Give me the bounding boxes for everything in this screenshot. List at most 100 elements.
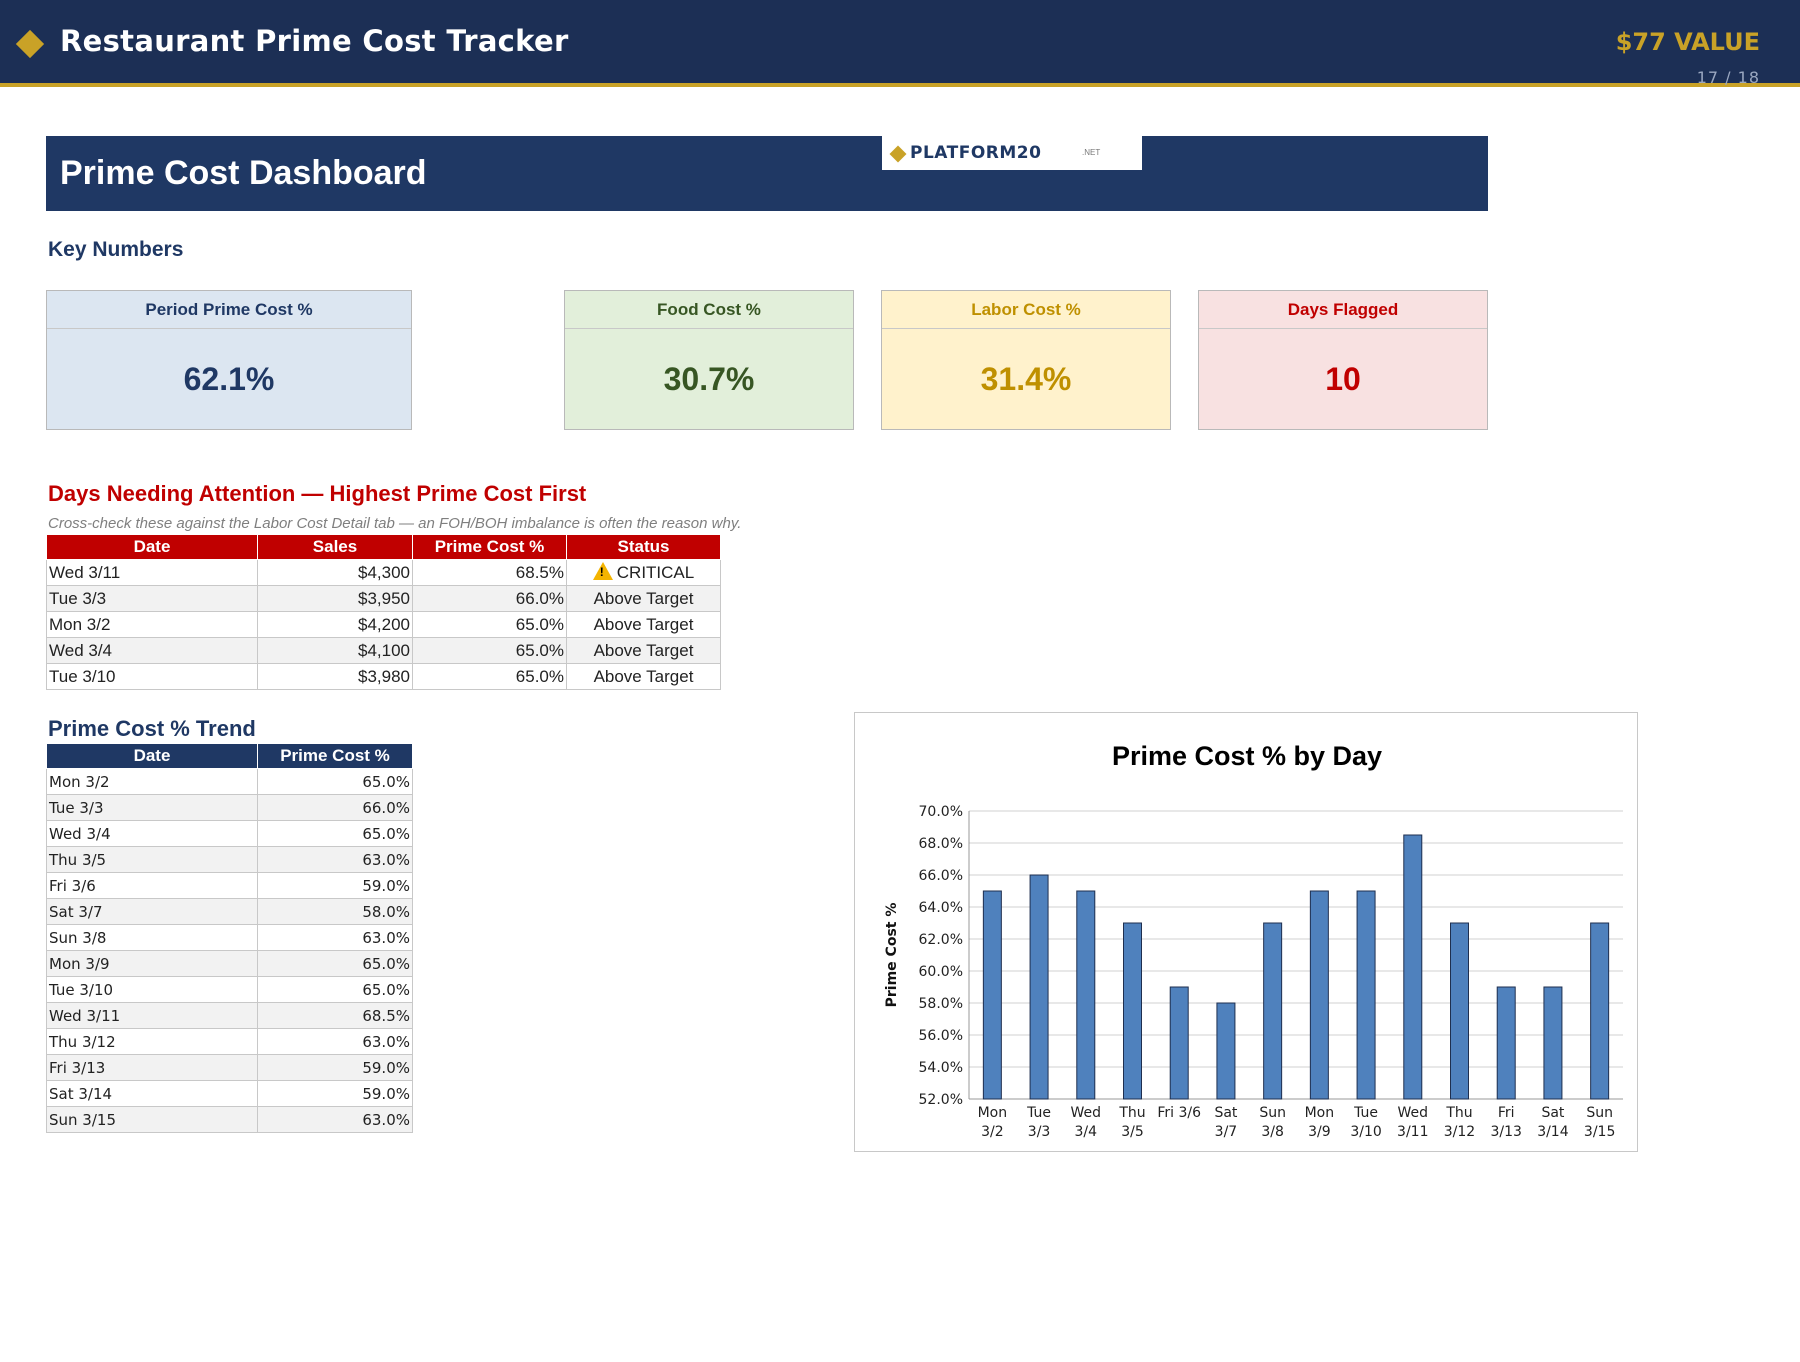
kpi-value: 62.1% <box>183 361 275 397</box>
column-header: Status <box>566 534 721 560</box>
kpi-card-food-cost: Food Cost % 30.7% <box>564 290 854 430</box>
chart-bar <box>1403 834 1423 1100</box>
table-row: Wed 3/4 65.0% <box>46 820 413 847</box>
status-cell: Above Target <box>566 611 721 638</box>
sales-cell: $4,200 <box>257 611 413 638</box>
status-cell: CRITICAL <box>566 559 721 586</box>
kpi-value: 31.4% <box>980 361 1072 397</box>
prime-cost-chart: Prime Cost % by Day 52.0% 54.0% 56.0% 58.0%… <box>854 712 1638 1152</box>
pct-cell: 63.0% <box>257 924 413 951</box>
chart-bar <box>1543 986 1563 1100</box>
x-tick-label: 3/11 <box>1397 1124 1428 1140</box>
app-header: Restaurant Prime Cost Tracker $77 VALUE … <box>0 0 1800 87</box>
value-badge: $77 VALUE <box>1615 28 1760 56</box>
kpi-label: Period Prime Cost % <box>47 291 411 329</box>
page-indicator: 17 / 18 <box>1696 68 1760 87</box>
page-title: Prime Cost Dashboard <box>60 154 427 192</box>
column-header: Date <box>46 743 258 769</box>
date-cell: Tue 3/3 <box>46 585 258 612</box>
x-tick-label: 3/7 <box>1215 1124 1238 1140</box>
pct-cell: 65.0% <box>412 637 567 664</box>
table-row: Sat 3/7 58.0% <box>46 898 413 925</box>
x-tick-label: 3/15 <box>1584 1124 1615 1140</box>
date-cell: Tue 3/3 <box>46 794 258 821</box>
date-cell: Wed 3/11 <box>46 559 258 586</box>
chart-bar <box>1076 890 1096 1100</box>
table-row: Tue 3/3 66.0% <box>46 794 413 821</box>
app-title: Restaurant Prime Cost Tracker <box>60 24 569 58</box>
y-tick-label: 62.0% <box>919 932 963 948</box>
trend-table: Date Prime Cost % Mon 3/2 65.0% Tue 3/3 66.… <box>46 743 413 1133</box>
x-tick-label: 3/10 <box>1350 1124 1381 1140</box>
pct-cell: 58.0% <box>257 898 413 925</box>
date-cell: Thu 3/12 <box>46 1028 258 1055</box>
kpi-label: Labor Cost % <box>882 291 1170 329</box>
chart-bar <box>1123 922 1142 1100</box>
x-tick-label: 3/9 <box>1308 1124 1331 1140</box>
chart-bar <box>1029 874 1049 1100</box>
pct-cell: 68.5% <box>257 1002 413 1029</box>
date-cell: Fri 3/13 <box>46 1054 258 1081</box>
warning-icon <box>592 562 613 580</box>
y-tick-label: 58.0% <box>919 996 963 1012</box>
table-row: Mon 3/2 $4,200 65.0% Above Target <box>46 611 721 638</box>
y-tick-label: 60.0% <box>919 964 963 980</box>
pct-cell: 63.0% <box>257 1106 413 1133</box>
sales-cell: $4,100 <box>257 637 413 664</box>
kpi-card-labor-cost: Labor Cost % 31.4% <box>881 290 1171 430</box>
pct-cell: 65.0% <box>257 820 413 847</box>
x-tick-label: Fri <box>1498 1105 1515 1121</box>
sales-cell: $4,300 <box>257 559 413 586</box>
status-cell: Above Target <box>566 585 721 612</box>
date-cell: Sat 3/7 <box>46 898 258 925</box>
table-row: Wed 3/4 $4,100 65.0% Above Target <box>46 637 721 664</box>
chart-bar <box>1309 890 1329 1100</box>
table-row: Mon 3/9 65.0% <box>46 950 413 977</box>
table-row: Tue 3/10 $3,980 65.0% Above Target <box>46 663 721 690</box>
y-tick-label: 64.0% <box>919 900 963 916</box>
y-tick-label: 54.0% <box>919 1060 963 1076</box>
x-tick-label: Mon <box>978 1105 1008 1121</box>
pct-cell: 59.0% <box>257 1054 413 1081</box>
y-tick-label: 52.0% <box>919 1092 963 1108</box>
date-cell: Sun 3/15 <box>46 1106 258 1133</box>
x-tick-label: Wed <box>1398 1105 1429 1121</box>
trend-heading: Prime Cost % Trend <box>48 716 256 741</box>
y-tick-label: 66.0% <box>919 868 963 884</box>
table-row: Tue 3/3 $3,950 66.0% Above Target <box>46 585 721 612</box>
column-header: Sales <box>257 534 413 560</box>
dashboard-banner: Prime Cost Dashboard PLATFORM20 .NET <box>46 136 1488 211</box>
x-tick-label: Wed <box>1071 1105 1102 1121</box>
date-cell: Wed 3/4 <box>46 820 258 847</box>
kpi-value: 30.7% <box>663 361 755 397</box>
status-text: CRITICAL <box>616 563 695 582</box>
chart-bar <box>1450 922 1469 1100</box>
date-cell: Wed 3/11 <box>46 1002 258 1029</box>
chart-bar <box>1590 922 1610 1100</box>
x-tick-label: Fri 3/6 <box>1157 1105 1201 1121</box>
table-row: Fri 3/13 59.0% <box>46 1054 413 1081</box>
table-row: Thu 3/12 63.0% <box>46 1028 413 1055</box>
trend-table-body: Mon 3/2 65.0% Tue 3/3 66.0% Wed 3/4 65.0% Thu … <box>46 768 413 1133</box>
date-cell: Fri 3/6 <box>46 872 258 899</box>
key-numbers-heading: Key Numbers <box>48 238 184 261</box>
pct-cell: 65.0% <box>257 950 413 977</box>
pct-cell: 59.0% <box>257 872 413 899</box>
chart-bar <box>1496 986 1516 1100</box>
y-tick-label: 70.0% <box>919 804 963 820</box>
x-tick-label: Sat <box>1541 1105 1564 1121</box>
table-row: Wed 3/11 68.5% <box>46 1002 413 1029</box>
chart-bar <box>1216 1002 1236 1100</box>
pct-cell: 59.0% <box>257 1080 413 1107</box>
x-tick-label: 3/12 <box>1444 1124 1475 1140</box>
column-header: Prime Cost % <box>412 534 567 560</box>
date-cell: Tue 3/10 <box>46 663 258 690</box>
x-tick-label: Tue <box>1353 1105 1378 1121</box>
chart-bar <box>982 890 1002 1100</box>
x-tick-label: 3/13 <box>1490 1124 1521 1140</box>
x-tick-label: 3/14 <box>1537 1124 1569 1140</box>
x-tick-label: 3/4 <box>1075 1124 1098 1140</box>
sales-cell: $3,980 <box>257 663 413 690</box>
pct-cell: 66.0% <box>257 794 413 821</box>
platform-logo: PLATFORM20 .NET <box>882 136 1142 170</box>
